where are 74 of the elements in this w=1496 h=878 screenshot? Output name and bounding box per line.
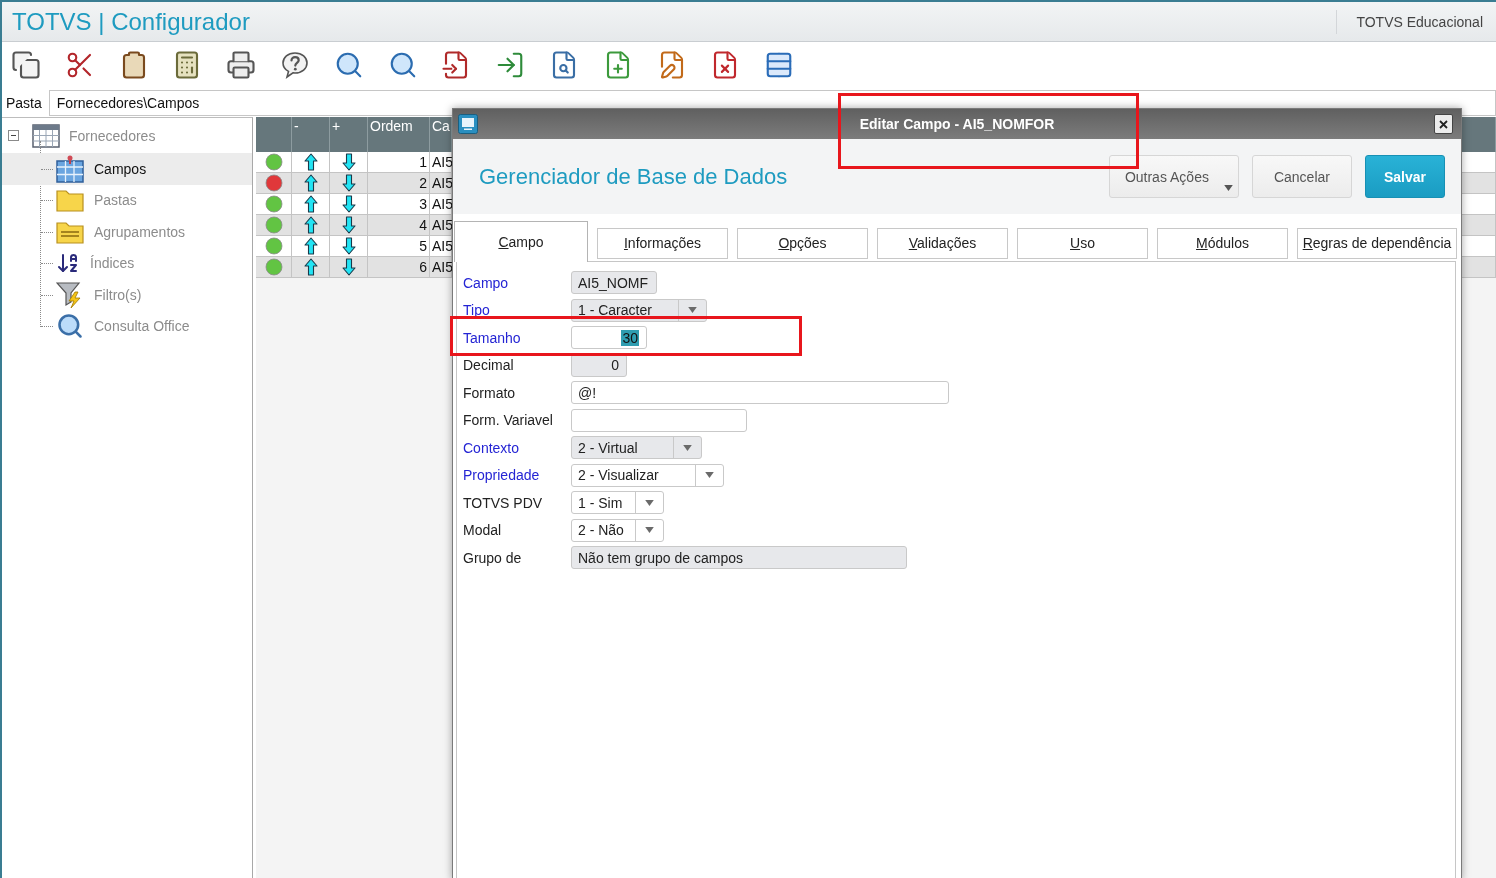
field-label: Propriedade bbox=[463, 467, 541, 484]
table-cell: 6 bbox=[368, 257, 430, 277]
input-field[interactable]: @! bbox=[571, 381, 949, 405]
path-label: Pasta bbox=[6, 94, 42, 111]
field-label: Tipo bbox=[463, 302, 491, 319]
window-icon bbox=[458, 114, 478, 134]
table-cell: 2 bbox=[368, 173, 430, 193]
field-label: Decimal bbox=[463, 357, 515, 374]
tree-item[interactable]: Pastas bbox=[2, 184, 252, 216]
tab[interactable]: Regras de dependência bbox=[1297, 228, 1457, 259]
tab[interactable]: Módulos bbox=[1157, 228, 1288, 259]
arrow-down-icon[interactable] bbox=[341, 216, 356, 234]
close-button[interactable] bbox=[1434, 114, 1453, 134]
copy-icon[interactable] bbox=[11, 50, 41, 80]
help-icon[interactable] bbox=[280, 50, 310, 80]
dropdown[interactable]: 2 - Visualizar bbox=[571, 463, 724, 487]
environment-label: TOTVS Educacional bbox=[1356, 13, 1483, 30]
field-label: Contexto bbox=[463, 439, 521, 456]
tab[interactable]: Uso bbox=[1017, 228, 1148, 259]
folder-icon bbox=[56, 219, 84, 244]
dialog-heading: Gerenciador de Base de Dados bbox=[479, 163, 788, 190]
table-icon bbox=[32, 123, 60, 148]
close-icon bbox=[1439, 119, 1448, 129]
menu-button[interactable]: Outras Ações bbox=[1108, 155, 1239, 198]
caret-icon bbox=[705, 472, 714, 479]
tab[interactable]: Campo bbox=[454, 221, 588, 262]
arrow-up-icon[interactable] bbox=[303, 195, 318, 213]
field-label: Modal bbox=[463, 522, 503, 539]
field-label: Tamanho bbox=[463, 329, 522, 346]
arrow-down-icon[interactable] bbox=[341, 174, 356, 192]
arrow-up-icon[interactable] bbox=[303, 174, 318, 192]
caret-icon bbox=[1223, 185, 1233, 191]
caret-icon bbox=[688, 307, 697, 314]
arrow-up-icon[interactable] bbox=[303, 258, 318, 276]
dropdown[interactable]: 2 - Não bbox=[571, 518, 664, 542]
app-title: TOTVS | Configurador bbox=[12, 7, 250, 36]
tab[interactable]: Opções bbox=[737, 228, 868, 259]
arrow-up-icon[interactable] bbox=[303, 237, 318, 255]
field-label: Grupo de bbox=[463, 549, 523, 566]
printer-icon[interactable] bbox=[226, 50, 257, 80]
search-icon bbox=[56, 312, 84, 341]
folder-icon bbox=[56, 188, 84, 213]
table-icon bbox=[56, 154, 84, 183]
table-cell: 5 bbox=[368, 236, 430, 256]
cancel-button[interactable]: Cancelar bbox=[1251, 155, 1352, 198]
field-label: Form. Variavel bbox=[463, 412, 554, 429]
table-cell: 4 bbox=[368, 215, 430, 235]
tab[interactable]: Validações bbox=[877, 228, 1008, 259]
tree-item[interactable]: Campos bbox=[2, 153, 252, 185]
tree-item[interactable]: Fornecedores bbox=[2, 118, 252, 153]
field-label: Campo bbox=[463, 274, 510, 291]
caret-icon bbox=[645, 499, 654, 506]
collapse-icon[interactable] bbox=[8, 130, 19, 141]
table-cell: 1 bbox=[368, 152, 430, 172]
selected-text: 30 bbox=[621, 329, 639, 346]
input-field[interactable]: 30 bbox=[571, 326, 647, 350]
field-label: TOTVS PDV bbox=[463, 494, 544, 511]
arrow-down-icon[interactable] bbox=[341, 237, 356, 255]
arrow-down-icon[interactable] bbox=[341, 153, 356, 171]
arrow-down-icon[interactable] bbox=[341, 195, 356, 213]
arrow-up-icon[interactable] bbox=[303, 216, 318, 234]
field-label: Formato bbox=[463, 384, 517, 401]
filter-bolt-icon bbox=[56, 280, 84, 309]
input-field[interactable] bbox=[571, 408, 747, 432]
table-cell: 3 bbox=[368, 194, 430, 214]
arrow-down-icon[interactable] bbox=[341, 258, 356, 276]
caret-icon bbox=[645, 527, 654, 534]
dialog-title: Editar Campo - AI5_NOMFOR bbox=[859, 116, 1055, 132]
tree-item[interactable]: Filtro(s) bbox=[2, 279, 252, 311]
caret-icon bbox=[683, 444, 692, 451]
arrow-up-icon[interactable] bbox=[303, 153, 318, 171]
tree-item[interactable]: Índices bbox=[2, 247, 252, 279]
tab[interactable]: Informações bbox=[597, 228, 728, 259]
dropdown[interactable]: 1 - Sim bbox=[571, 491, 664, 515]
